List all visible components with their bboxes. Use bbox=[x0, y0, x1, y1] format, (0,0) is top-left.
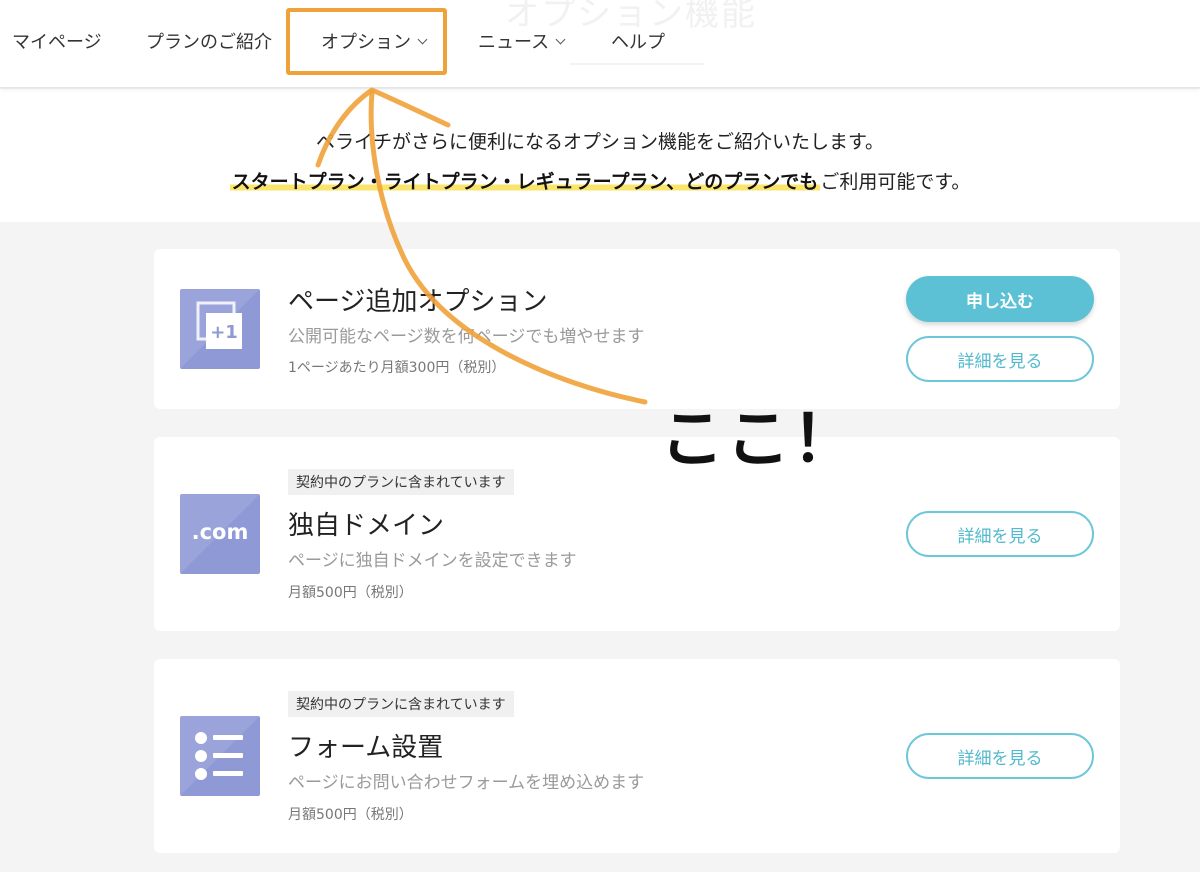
option-title: ページ追加オプション bbox=[288, 287, 548, 317]
option-price: 1ページあたり月額300円（税別） bbox=[288, 360, 506, 376]
intro-text: ペライチがさらに便利になるオプション機能をご紹介いたします。 bbox=[315, 131, 885, 153]
title-underline bbox=[570, 63, 704, 65]
option-price: 月額500円（税別） bbox=[288, 807, 413, 823]
nav-item-label: ニュース bbox=[478, 32, 550, 53]
intro-suffix: ご利用可能です。 bbox=[820, 171, 971, 193]
top-navigation-bar: オプション機能 マイページ プランのご紹介 オプション ニュース ヘルプ bbox=[0, 0, 1200, 88]
nav-item-options[interactable]: オプション bbox=[321, 28, 428, 54]
included-in-plan-badge: 契約中のプランに含まれています bbox=[288, 691, 514, 717]
nav-item-label: プランのご紹介 bbox=[146, 32, 272, 53]
nav-item-label: ヘルプ bbox=[611, 32, 665, 53]
nav-item-plans[interactable]: プランのご紹介 bbox=[146, 28, 272, 54]
detail-button[interactable]: 詳細を見る bbox=[906, 336, 1094, 382]
form-list-icon bbox=[180, 716, 260, 796]
option-card-page-add: +1 ページ追加オプション 公開可能なページ数を何ページでも増やせます 1ページ… bbox=[154, 249, 1120, 409]
included-in-plan-badge: 契約中のプランに含まれています bbox=[288, 469, 514, 495]
detail-button[interactable]: 詳細を見る bbox=[906, 733, 1094, 779]
option-title: フォーム設置 bbox=[288, 733, 444, 763]
detail-button[interactable]: 詳細を見る bbox=[906, 511, 1094, 557]
option-card-form: 契約中のプランに含まれています フォーム設置 ページにお問い合わせフォームを埋め… bbox=[154, 659, 1120, 853]
intro-plans-text: スタートプラン・ライトプラン・レギュラープラン、どのプランでも ご利用可能です。 bbox=[0, 167, 1200, 194]
page-plus-one-icon: +1 bbox=[180, 289, 260, 369]
nav-item-news[interactable]: ニュース bbox=[478, 28, 566, 54]
nav-item-label: オプション bbox=[321, 32, 411, 53]
nav-item-help[interactable]: ヘルプ bbox=[611, 28, 665, 54]
option-description: 公開可能なページ数を何ページでも増やせます bbox=[288, 327, 645, 347]
option-description: ページに独自ドメインを設定できます bbox=[288, 551, 577, 571]
apply-button[interactable]: 申し込む bbox=[906, 276, 1094, 322]
chevron-down-icon bbox=[555, 34, 566, 44]
annotation-text: ここ！ bbox=[660, 403, 858, 477]
icon-text: +1 bbox=[210, 322, 238, 343]
nav-item-label: マイページ bbox=[12, 32, 102, 53]
option-title: 独自ドメイン bbox=[288, 511, 445, 541]
option-price: 月額500円（税別） bbox=[288, 585, 413, 601]
nav-item-mypage[interactable]: マイページ bbox=[12, 28, 102, 54]
icon-text: .com bbox=[191, 520, 249, 544]
intro-section: ペライチがさらに便利になるオプション機能をご紹介いたします。 スタートプラン・ラ… bbox=[0, 89, 1200, 222]
chevron-down-icon bbox=[417, 34, 428, 44]
domain-icon: .com bbox=[180, 494, 260, 574]
option-description: ページにお問い合わせフォームを埋め込めます bbox=[288, 773, 645, 793]
highlighted-plans: スタートプラン・ライトプラン・レギュラープラン、どのプランでも bbox=[229, 171, 821, 193]
option-card-custom-domain: 契約中のプランに含まれています .com 独自ドメイン ページに独自ドメインを設… bbox=[154, 437, 1120, 631]
